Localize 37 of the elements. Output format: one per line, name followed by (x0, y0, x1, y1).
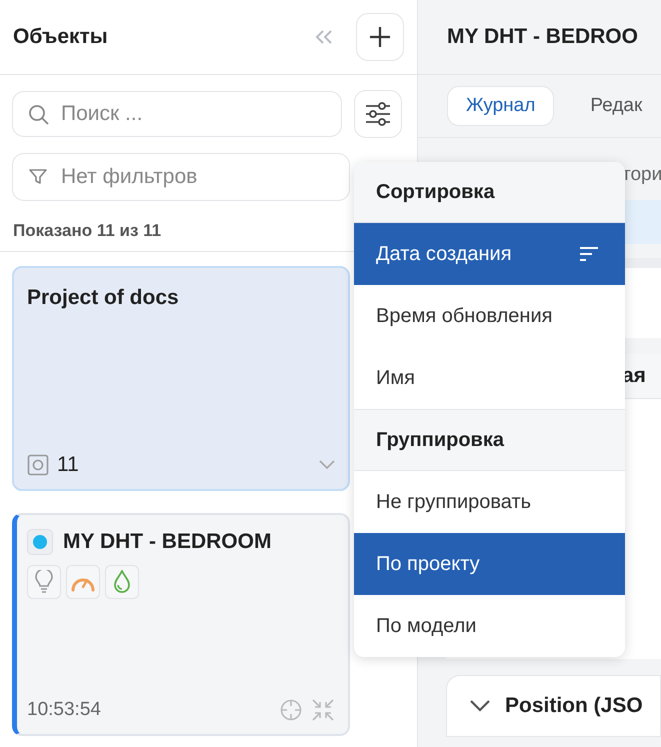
search-icon (28, 104, 50, 126)
bulb-icon (34, 570, 54, 594)
filter-field[interactable]: Нет фильтров (12, 153, 350, 201)
menu-item[interactable]: Время обновления (354, 285, 625, 347)
device-count: 11 (57, 453, 79, 477)
menu-heading: Группировка (354, 409, 625, 471)
settings-button[interactable] (354, 90, 402, 138)
chevron-icon (469, 699, 491, 713)
device-title: MY DHT - BEDROO (447, 25, 638, 49)
add-button[interactable] (356, 13, 404, 61)
crosshair-icon[interactable] (279, 698, 303, 722)
section-title: Position (JSO (505, 694, 643, 718)
search-field[interactable]: Поиск ... (12, 91, 342, 137)
position-panel[interactable]: Position (JSO (446, 675, 661, 737)
card-title: Project of docs (27, 286, 180, 310)
update-time: 10:53:54 (27, 699, 101, 721)
device-card[interactable]: MY DHT - BEDROOM 10:53:54 (12, 513, 350, 736)
card-title: MY DHT - BEDROOM (63, 530, 272, 554)
menu-heading: Сортировка (354, 162, 625, 223)
menu-item[interactable]: Не группировать (354, 471, 625, 533)
collapse-arrows-icon[interactable] (311, 698, 335, 722)
menu-item[interactable]: По проекту (354, 533, 625, 595)
chevron-icon[interactable] (319, 460, 335, 470)
tab[interactable]: Журнал (447, 86, 554, 126)
project-card[interactable]: Project of docs 11 (12, 266, 350, 491)
sort-icon (579, 246, 599, 262)
history-label: тори (622, 164, 661, 185)
plus-icon (368, 25, 392, 49)
filter-icon (28, 167, 48, 187)
collapse-icon[interactable] (314, 29, 334, 45)
panel-title: Объекты (13, 25, 109, 49)
menu-item[interactable]: Дата создания (354, 223, 625, 285)
tab[interactable]: Редак (572, 87, 660, 125)
sliders-icon (364, 101, 392, 127)
device-icon (27, 454, 49, 476)
drop-icon (113, 570, 131, 594)
menu-item[interactable]: По модели (354, 595, 625, 657)
